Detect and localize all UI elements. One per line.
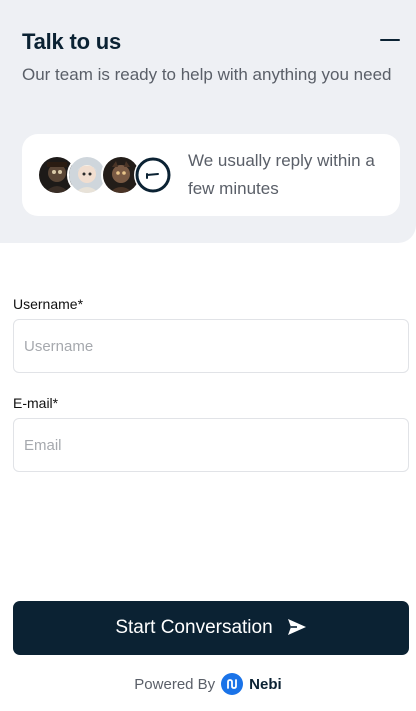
nebi-logo-icon — [221, 673, 244, 695]
start-conversation-button[interactable]: Start Conversation — [13, 601, 409, 655]
minimize-button[interactable] — [378, 28, 402, 52]
username-label: Username* — [13, 296, 84, 312]
email-field[interactable] — [13, 418, 409, 472]
brand-name[interactable]: Nebi — [249, 676, 282, 693]
agent-avatars — [37, 153, 177, 197]
send-icon — [287, 618, 307, 639]
minimize-icon — [380, 39, 400, 41]
page-title: Talk to us — [22, 29, 122, 54]
chat-header: Talk to us Our team is ready to help wit… — [0, 0, 416, 243]
agent-avatar-4 — [133, 155, 173, 195]
username-field[interactable] — [13, 319, 409, 373]
powered-by: Powered By Nebi — [0, 673, 416, 695]
reply-time-card: We usually reply within a few minutes — [22, 134, 400, 216]
reply-time-text: We usually reply within a few minutes — [188, 151, 375, 198]
email-label: E-mail* — [13, 395, 59, 411]
header-subtitle: Our team is ready to help with anything … — [22, 65, 392, 84]
start-conversation-label: Start Conversation — [115, 617, 273, 638]
powered-by-label: Powered By — [134, 675, 216, 693]
